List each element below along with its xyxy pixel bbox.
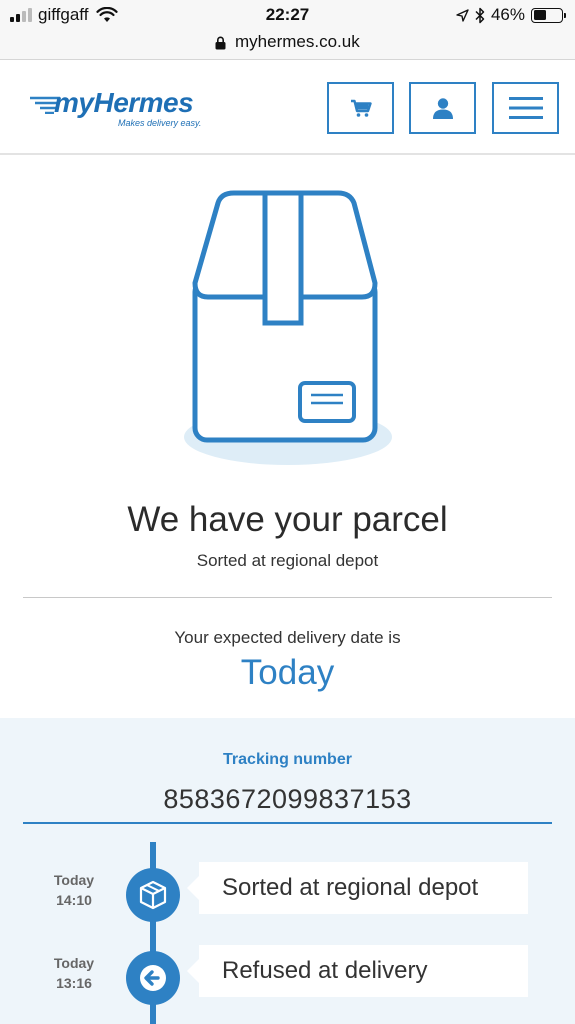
event-time: 13:16: [56, 975, 92, 991]
event-card: Refused at delivery: [187, 945, 528, 997]
divider: [23, 597, 552, 598]
tracking-number-label: Tracking number: [223, 751, 352, 768]
delivery-status-subtitle: Sorted at regional depot: [196, 551, 379, 570]
cart-button[interactable]: [327, 82, 394, 134]
delivery-status-title: We have your parcel: [127, 500, 448, 539]
tracking-underline: [23, 822, 552, 824]
event-description: Sorted at regional depot: [222, 874, 479, 901]
account-button[interactable]: [409, 82, 476, 134]
event-description: Refused at delivery: [222, 957, 428, 984]
event-timestamp: Today 14:10: [40, 870, 108, 910]
status-bar: giffgaff 22:27 46%: [0, 0, 575, 30]
menu-button[interactable]: [492, 82, 559, 134]
url-text: myhermes.co.uk: [235, 32, 360, 51]
tracking-event: Today 13:16 Refused at delivery: [0, 945, 575, 1013]
event-marker: [126, 951, 180, 1005]
tracking-event: Today 14:10 Sorted at regional depot: [0, 862, 575, 930]
logo-tagline: Makes delivery easy.: [118, 118, 202, 128]
parcel-box-illustration: [184, 190, 392, 465]
expected-delivery-label: Your expected delivery date is: [174, 628, 401, 647]
user-icon: [432, 98, 453, 119]
arrow-left-icon: [140, 965, 166, 991]
menu-icon: [508, 97, 543, 119]
battery-percent: 46%: [490, 5, 525, 24]
event-timestamp: Today 13:16: [40, 953, 108, 993]
url-bar[interactable]: myhermes.co.uk: [0, 30, 575, 60]
cart-icon: [350, 99, 372, 117]
event-time: 14:10: [56, 892, 92, 908]
location-arrow-icon: [456, 8, 469, 22]
box-icon: [139, 880, 167, 910]
expected-delivery-date: Today: [240, 653, 335, 692]
logo[interactable]: myHermes Makes delivery easy.: [30, 87, 220, 131]
event-card: Sorted at regional depot: [187, 862, 528, 914]
tracking-section: Tracking number 8583672099837153 Today 1…: [0, 718, 575, 1024]
site-header: myHermes Makes delivery easy.: [0, 61, 575, 155]
battery-icon: [531, 7, 566, 23]
bluetooth-icon: [475, 7, 485, 23]
logo-text: myHermes: [54, 87, 194, 118]
event-day: Today: [53, 955, 95, 971]
tracking-number-value: 8583672099837153: [163, 784, 412, 814]
lock-icon: [215, 36, 226, 50]
event-day: Today: [53, 872, 95, 888]
event-marker: [126, 868, 180, 922]
status-right: 46%: [456, 5, 566, 25]
